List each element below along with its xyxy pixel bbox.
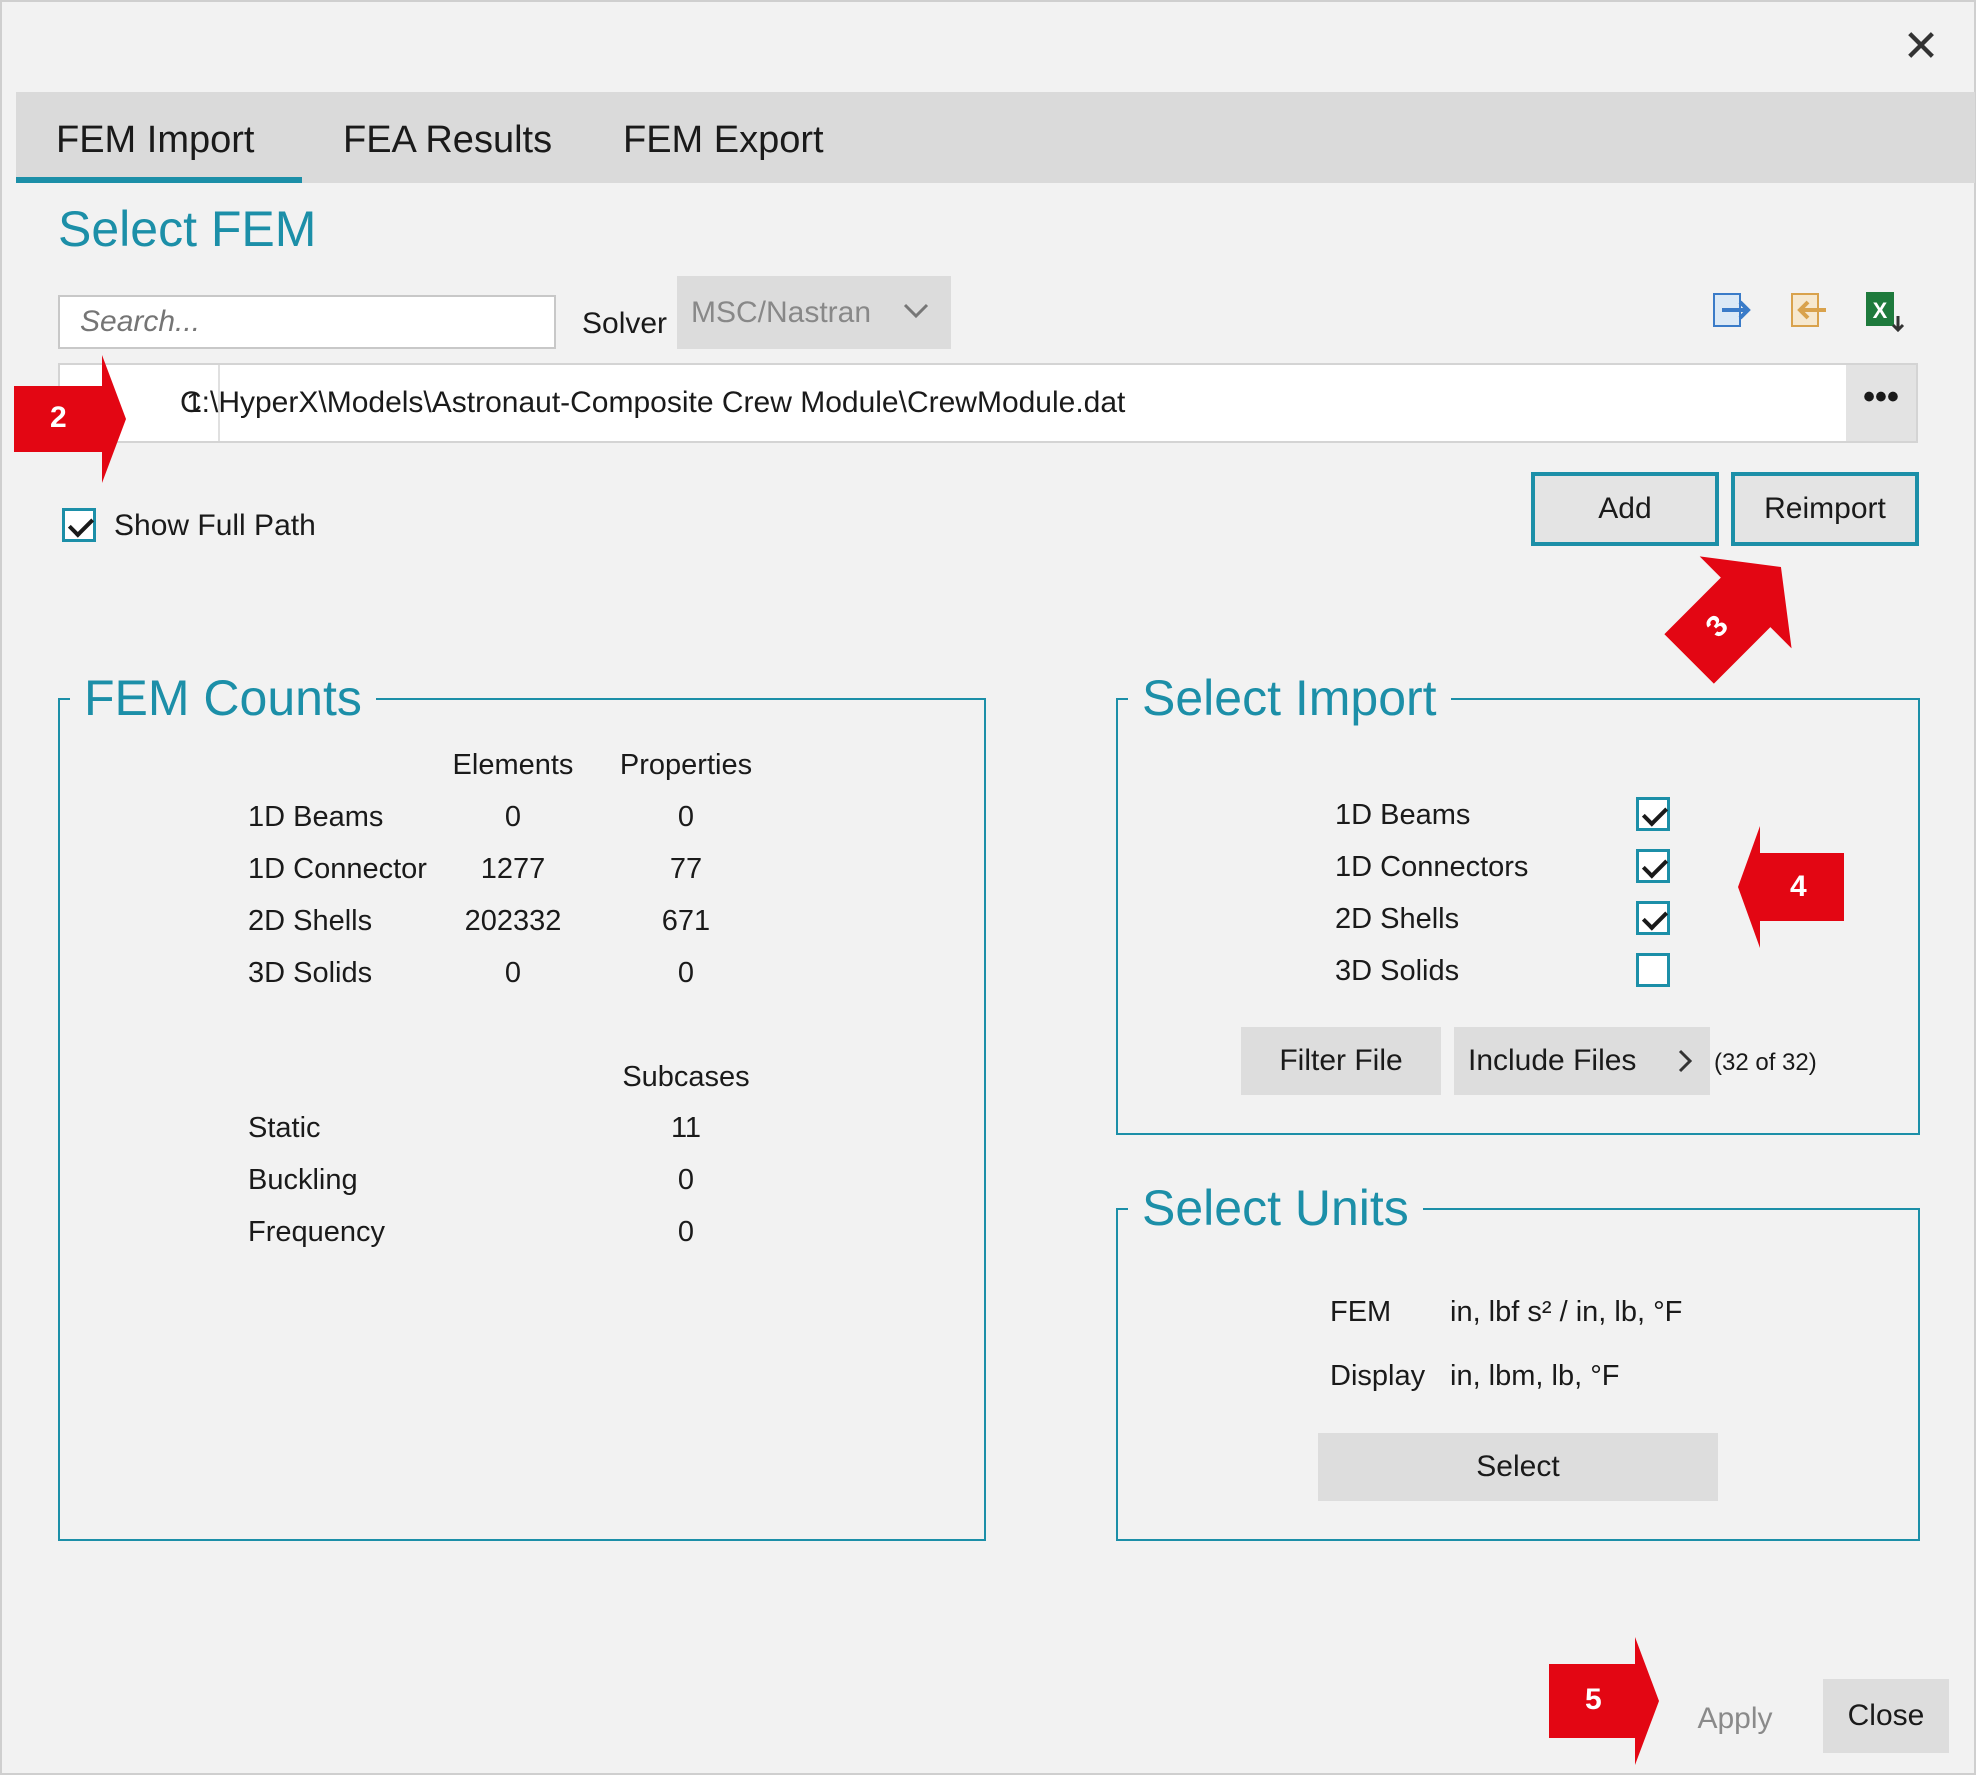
row-properties: 0 xyxy=(677,957,695,989)
filter-file-button[interactable]: Filter File xyxy=(1241,1027,1441,1095)
reimport-button[interactable]: Reimport xyxy=(1731,472,1919,546)
display-units-label: Display xyxy=(1330,1360,1426,1392)
fem-units-value: in, lbf s² / in, lb, °F xyxy=(1450,1296,1683,1328)
import-item-label: 1D Connectors xyxy=(1335,851,1529,883)
fem-units-label: FEM xyxy=(1330,1296,1392,1328)
row-properties: 77 xyxy=(669,853,703,885)
excel-icon[interactable]: X xyxy=(1862,288,1906,333)
row-properties: 671 xyxy=(661,905,711,937)
subcase-label: Buckling xyxy=(248,1164,358,1196)
include-files-label: Include Files xyxy=(1468,1044,1637,1077)
tab-fem-import[interactable]: FEM Import xyxy=(16,92,302,183)
row-label: 1D Beams xyxy=(248,801,384,833)
solver-value: MSC/Nastran xyxy=(691,296,872,329)
solver-dropdown[interactable]: MSC/Nastran xyxy=(677,276,951,349)
row-elements: 0 xyxy=(504,957,522,989)
callout-label: 2 xyxy=(50,401,67,434)
close-icon[interactable]: ✕ xyxy=(1896,22,1946,72)
export-arrow-icon[interactable] xyxy=(1710,288,1754,332)
select-units-button[interactable]: Select xyxy=(1318,1433,1718,1501)
import-arrow-icon[interactable] xyxy=(1786,288,1830,332)
subcase-value: 11 xyxy=(670,1112,702,1144)
callout-label: 4 xyxy=(1790,870,1807,903)
callout-label: 5 xyxy=(1585,1683,1602,1716)
file-list-row[interactable]: 1 C:\HyperX\Models\Astronaut-Composite C… xyxy=(58,363,1918,443)
subcase-label: Frequency xyxy=(248,1216,386,1248)
select-fem-title: Select FEM xyxy=(58,201,317,257)
add-button[interactable]: Add xyxy=(1531,472,1719,546)
chevron-right-icon xyxy=(1676,1027,1694,1120)
import-item-label: 2D Shells xyxy=(1335,903,1460,935)
select-import-title: Select Import xyxy=(1128,668,1451,728)
browse-button[interactable]: ••• xyxy=(1846,365,1916,441)
row-properties: 0 xyxy=(677,801,695,833)
row-label: 3D Solids xyxy=(248,957,373,989)
import-connectors-checkbox[interactable] xyxy=(1636,849,1670,883)
select-units-title: Select Units xyxy=(1128,1178,1423,1238)
row-elements: 202332 xyxy=(464,905,562,937)
display-units-value: in, lbm, lb, °F xyxy=(1450,1360,1620,1392)
col-subcases-header: Subcases xyxy=(622,1061,750,1093)
include-files-count: (32 of 32) xyxy=(1714,1049,1817,1076)
tab-fea-results[interactable]: FEA Results xyxy=(343,92,552,183)
tab-fem-export[interactable]: FEM Export xyxy=(623,92,824,183)
apply-button[interactable]: Apply xyxy=(1660,1682,1810,1756)
col-properties-header: Properties xyxy=(619,749,753,781)
import-item-label: 3D Solids xyxy=(1335,955,1460,987)
show-full-path-checkbox[interactable] xyxy=(62,508,96,542)
fem-counts-title: FEM Counts xyxy=(70,668,376,728)
file-path: C:\HyperX\Models\Astronaut-Composite Cre… xyxy=(180,386,1126,419)
col-elements-header: Elements xyxy=(452,749,574,781)
row-elements: 0 xyxy=(504,801,522,833)
tab-bar: FEM Import FEA Results FEM Export xyxy=(16,92,1975,183)
row-label: 2D Shells xyxy=(248,905,373,937)
search-input[interactable] xyxy=(58,295,556,349)
import-item-label: 1D Beams xyxy=(1335,799,1471,831)
import-solids-checkbox[interactable] xyxy=(1636,953,1670,987)
callout-2: 2 xyxy=(14,355,126,483)
row-label: 1D Connector xyxy=(248,853,427,885)
include-files-button[interactable]: Include Files xyxy=(1454,1027,1710,1095)
import-shells-checkbox[interactable] xyxy=(1636,901,1670,935)
close-button[interactable]: Close xyxy=(1823,1679,1949,1753)
callout-5: 5 xyxy=(1549,1637,1659,1765)
subcase-value: 0 xyxy=(677,1216,695,1248)
show-full-path-label: Show Full Path xyxy=(114,509,316,542)
import-beams-checkbox[interactable] xyxy=(1636,797,1670,831)
row-elements: 1277 xyxy=(480,853,546,885)
chevron-down-icon xyxy=(903,276,929,376)
subcase-label: Static xyxy=(248,1112,321,1144)
svg-text:X: X xyxy=(1873,298,1888,323)
subcase-value: 0 xyxy=(677,1164,695,1196)
callout-4: 4 xyxy=(1738,826,1844,948)
solver-label: Solver xyxy=(582,307,668,340)
